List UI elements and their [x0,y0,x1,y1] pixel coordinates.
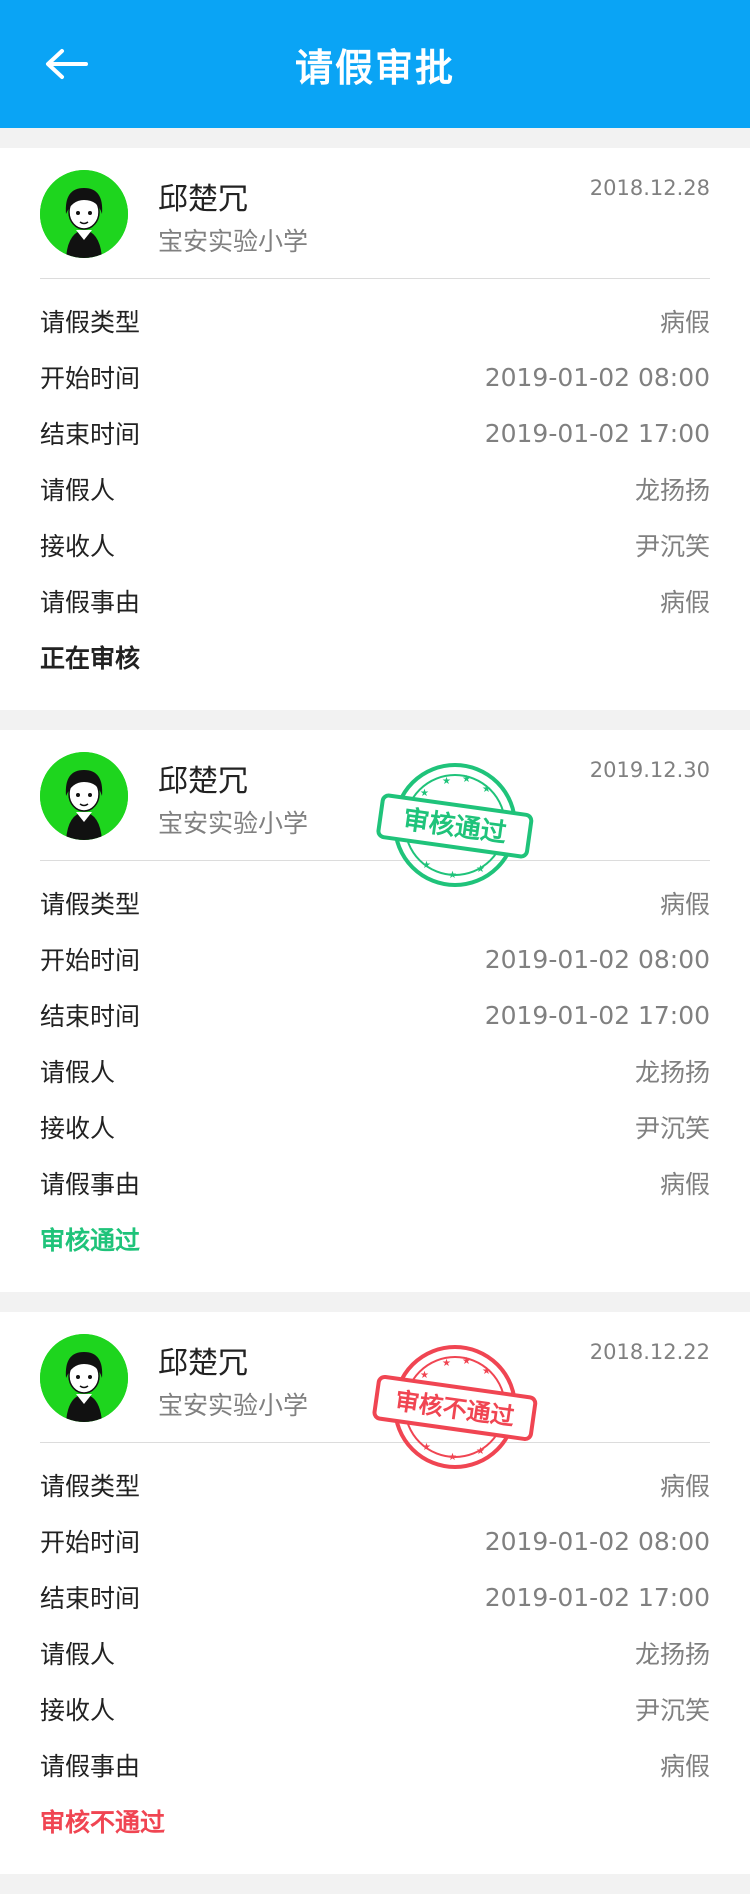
label: 请假类型 [40,890,141,919]
value: 2019-01-02 17:00 [484,418,710,448]
value: 2019-01-02 08:00 [484,944,710,974]
row-start-time: 开始时间 2019-01-02 08:00 [40,349,710,405]
value: 病假 [659,308,710,337]
value: 龙扬扬 [634,1058,710,1087]
app-header: 请假审批 [0,0,750,128]
label: 结束时间 [40,420,141,449]
svg-text:★: ★ [482,1366,491,1377]
svg-text:★: ★ [448,870,457,881]
row-end-time: 结束时间 2019-01-02 17:00 [40,405,710,461]
label: 接收人 [40,532,116,561]
label: 结束时间 [40,1584,141,1613]
svg-text:★: ★ [448,1452,457,1463]
arrow-left-icon [46,49,88,79]
value: 2019-01-02 08:00 [484,1526,710,1556]
value: 病假 [659,890,710,919]
svg-text:★: ★ [422,860,431,871]
label: 接收人 [40,1696,116,1725]
row-leave-type: 请假类型 病假 [40,293,710,349]
value: 龙扬扬 [634,1640,710,1669]
label: 请假人 [40,1640,116,1669]
row-applicant: 请假人 龙扬扬 [40,1625,710,1681]
value: 病假 [659,1752,710,1781]
row-reason: 请假事由 病假 [40,1155,710,1211]
status-text: 正在审核 [40,644,141,673]
label: 开始时间 [40,946,141,975]
value: 尹沉笑 [634,532,710,561]
school-name: 宝安实验小学 [158,1391,309,1420]
row-end-time: 结束时间 2019-01-02 17:00 [40,1569,710,1625]
back-button[interactable] [36,36,96,92]
value: 尹沉笑 [634,1114,710,1143]
avatar [40,752,128,840]
svg-text:★: ★ [476,1446,485,1457]
svg-text:★: ★ [482,784,491,795]
value: 病假 [659,1170,710,1199]
value: 病假 [659,588,710,617]
svg-text:★: ★ [442,1358,451,1369]
label: 请假事由 [40,1752,141,1781]
row-reason: 请假事由 病假 [40,1737,710,1793]
value: 2019-01-02 17:00 [484,1000,710,1030]
label: 开始时间 [40,1528,141,1557]
row-receiver: 接收人 尹沉笑 [40,1099,710,1155]
row-applicant: 请假人 龙扬扬 [40,461,710,517]
student-name: 邱楚冗 [158,1346,248,1381]
row-start-time: 开始时间 2019-01-02 08:00 [40,931,710,987]
detail-list: 请假类型 病假 开始时间 2019-01-02 08:00 结束时间 2019-01-… [40,1443,710,1849]
student-name: 邱楚冗 [158,182,248,217]
approved-stamp: ★ ★★ ★★★★ 审核通过 [376,763,534,887]
detail-list: 请假类型 病假 开始时间 2019-01-02 08:00 结束时间 2019-01-… [40,861,710,1267]
leave-card[interactable]: 邱楚冗 宝安实验小学 2018.12.22 ★ ★ ★ ★ ★ ★ ★ 审核不通过 请假类… [0,1312,750,1874]
leave-card[interactable]: 邱楚冗 宝安实验小学 2019.12.30 ★ ★ ★ ★ ★ ★ ★ 审核通过 请假类型… [0,730,750,1292]
submit-date: 2018.12.28 [589,176,710,200]
rejected-stamp: ★ ★★ ★★★★ 审核不通过 [372,1345,538,1469]
submit-date: 2018.12.22 [589,1340,710,1364]
svg-text:★: ★ [462,1356,471,1367]
value: 2019-01-02 17:00 [484,1582,710,1612]
label: 请假事由 [40,588,141,617]
status-text: 审核不通过 [40,1808,166,1837]
card-header: 邱楚冗 宝安实验小学 2018.12.28 [40,148,710,279]
row-end-time: 结束时间 2019-01-02 17:00 [40,987,710,1043]
avatar [40,1334,128,1422]
student-name: 邱楚冗 [158,764,248,799]
value: 病假 [659,1472,710,1501]
value: 尹沉笑 [634,1696,710,1725]
row-applicant: 请假人 龙扬扬 [40,1043,710,1099]
row-start-time: 开始时间 2019-01-02 08:00 [40,1513,710,1569]
submit-date: 2019.12.30 [589,758,710,782]
row-receiver: 接收人 尹沉笑 [40,1681,710,1737]
status-text: 审核通过 [40,1226,141,1255]
row-receiver: 接收人 尹沉笑 [40,517,710,573]
svg-text:★: ★ [442,776,451,787]
label: 请假类型 [40,308,141,337]
row-reason: 请假事由 病假 [40,573,710,629]
label: 开始时间 [40,364,141,393]
label: 请假类型 [40,1472,141,1501]
svg-text:★: ★ [420,788,429,799]
svg-text:★: ★ [462,774,471,785]
page-title: 请假审批 [294,45,455,90]
svg-text:★: ★ [476,864,485,875]
label: 请假人 [40,1058,116,1087]
svg-text:★: ★ [420,1370,429,1381]
label: 请假事由 [40,1170,141,1199]
label: 接收人 [40,1114,116,1143]
detail-list: 请假类型 病假 开始时间 2019-01-02 08:00 结束时间 2019-01-… [40,279,710,685]
school-name: 宝安实验小学 [158,809,309,838]
value: 龙扬扬 [634,476,710,505]
svg-text:★: ★ [422,1442,431,1453]
value: 2019-01-02 08:00 [484,362,710,392]
avatar [40,170,128,258]
label: 结束时间 [40,1002,141,1031]
leave-card[interactable]: 邱楚冗 宝安实验小学 2018.12.28 请假类型 病假 开始时间 2019-01… [0,148,750,710]
label: 请假人 [40,476,116,505]
school-name: 宝安实验小学 [158,227,309,256]
